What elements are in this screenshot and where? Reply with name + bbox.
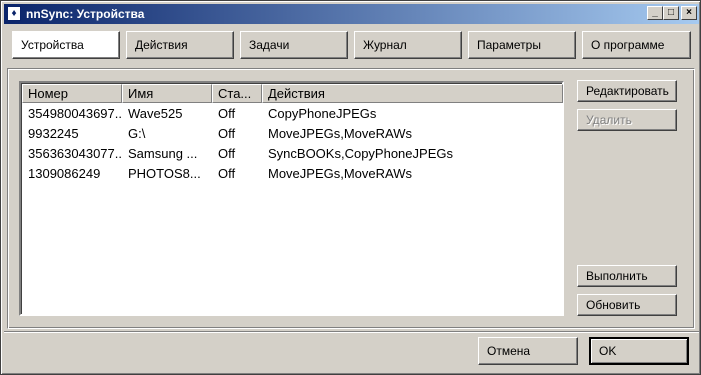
cell-number: 356363043077... [28,146,122,161]
delete-button[interactable]: Удалить [577,109,677,131]
run-button[interactable]: Выполнить [577,265,677,287]
cell-status: Off [218,106,236,121]
devices-list[interactable]: Номер Имя Ста... Действия 354980043697..… [19,81,564,316]
cell-number: 354980043697... [28,106,122,121]
cell-status: Off [218,126,236,141]
cell-number: 9932245 [28,126,79,141]
tab-about[interactable]: О программе [582,31,691,59]
main-window: ♦ nnSync: Устройства _ □ × Устройства Де… [0,0,701,375]
cell-status: Off [218,166,236,181]
title-bar[interactable]: ♦ nnSync: Устройства _ □ × [4,4,699,24]
tab-devices[interactable]: Устройства [12,31,120,59]
tab-about-label: О программе [591,38,665,52]
tab-settings[interactable]: Параметры [468,31,576,59]
tab-log-label: Журнал [363,38,407,52]
cell-status: Off [218,146,236,161]
cell-name: Wave525 [128,106,183,121]
table-row[interactable]: 1309086249 PHOTOS8... Off MoveJPEGs,Move… [22,164,563,184]
column-header-number[interactable]: Номер [22,84,122,103]
cell-actions: MoveJPEGs,MoveRAWs [268,166,412,181]
cancel-button-label: Отмена [487,344,531,358]
edit-button-label: Редактировать [586,84,669,98]
tab-log[interactable]: Журнал [354,31,462,59]
column-header-actions[interactable]: Действия [262,84,563,103]
cell-actions: SyncBOOKs,CopyPhoneJPEGs [268,146,453,161]
cell-number: 1309086249 [28,166,101,181]
delete-button-label: Удалить [586,113,632,127]
ok-button[interactable]: OK [589,337,689,365]
cell-actions: MoveJPEGs,MoveRAWs [268,126,412,141]
table-row[interactable]: 354980043697... Wave525 Off CopyPhoneJPE… [22,104,563,124]
maximize-button[interactable]: □ [663,6,679,20]
table-row[interactable]: 356363043077... Samsung ... Off SyncBOOK… [22,144,563,164]
tab-tasks-label: Задачи [249,38,290,52]
cell-actions: CopyPhoneJPEGs [268,106,377,121]
tab-devices-label: Устройства [21,38,84,52]
window-title: nnSync: Устройства [26,7,145,21]
app-icon[interactable]: ♦ [7,6,21,21]
ok-button-label: OK [599,344,617,358]
tab-actions[interactable]: Действия [126,31,234,59]
column-header-name[interactable]: Имя [122,84,212,103]
cell-name: Samsung ... [128,146,198,161]
column-header-status[interactable]: Ста... [212,84,262,103]
tab-actions-label: Действия [135,38,188,52]
refresh-button-label: Обновить [586,298,641,312]
tab-settings-label: Параметры [477,38,541,52]
run-button-label: Выполнить [586,269,648,283]
edit-button[interactable]: Редактировать [577,80,677,102]
cancel-button[interactable]: Отмена [478,337,578,365]
minimize-button[interactable]: _ [647,6,663,20]
tab-tasks[interactable]: Задачи [240,31,348,59]
devices-list-header: Номер Имя Ста... Действия [22,84,563,103]
footer-divider [4,331,699,333]
close-button[interactable]: × [681,6,697,20]
cell-name: PHOTOS8... [128,166,201,181]
table-row[interactable]: 9932245 G:\ Off MoveJPEGs,MoveRAWs [22,124,563,144]
refresh-button[interactable]: Обновить [577,294,677,316]
cell-name: G:\ [128,126,146,141]
